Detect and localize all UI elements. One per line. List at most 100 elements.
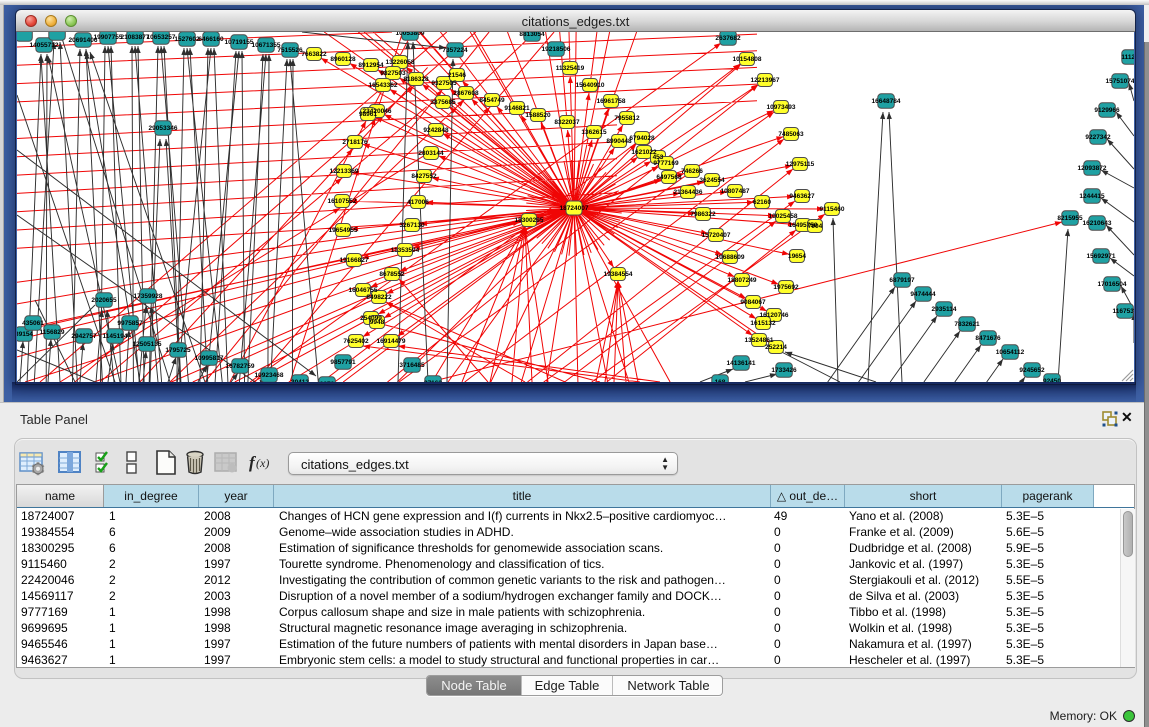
svg-text:7485063: 7485063 bbox=[778, 131, 804, 138]
svg-text:16961758: 16961758 bbox=[597, 98, 626, 105]
svg-text:3278: 3278 bbox=[320, 381, 335, 382]
svg-text:9975857: 9975857 bbox=[117, 320, 143, 327]
svg-text:1588520: 1588520 bbox=[525, 112, 551, 119]
svg-text:9146821: 9146821 bbox=[504, 105, 530, 112]
svg-text:92450: 92450 bbox=[1043, 378, 1061, 382]
svg-text:1733426: 1733426 bbox=[771, 367, 797, 374]
svg-text:15751074: 15751074 bbox=[1106, 78, 1134, 85]
svg-text:18724007: 18724007 bbox=[560, 205, 589, 212]
svg-text:8471676: 8471676 bbox=[975, 335, 1001, 342]
svg-text:2803144: 2803144 bbox=[418, 150, 444, 157]
svg-text:1167533: 1167533 bbox=[1113, 308, 1134, 315]
svg-text:17359928: 17359928 bbox=[134, 293, 163, 300]
svg-text:19384554: 19384554 bbox=[604, 271, 633, 278]
svg-text:3875685: 3875685 bbox=[430, 99, 456, 106]
svg-text:2942757: 2942757 bbox=[71, 333, 97, 340]
svg-text:8322037: 8322037 bbox=[554, 119, 580, 126]
svg-text:9245652: 9245652 bbox=[1019, 367, 1045, 374]
svg-text:11353594: 11353594 bbox=[391, 247, 420, 254]
svg-text:12213967: 12213967 bbox=[751, 77, 780, 84]
svg-text:7832621: 7832621 bbox=[954, 321, 980, 328]
svg-text:2637682: 2637682 bbox=[715, 35, 741, 42]
svg-text:8912954: 8912954 bbox=[358, 62, 384, 69]
svg-text:1615132: 1615132 bbox=[750, 320, 776, 327]
svg-text:11123: 11123 bbox=[1121, 54, 1134, 61]
svg-text:10973493: 10973493 bbox=[767, 104, 796, 111]
svg-text:8454749: 8454749 bbox=[479, 97, 505, 104]
svg-text:29053346: 29053346 bbox=[149, 125, 178, 132]
svg-text:1527602: 1527602 bbox=[174, 36, 200, 43]
svg-text:10654112: 10654112 bbox=[996, 349, 1025, 356]
svg-text:12975115: 12975115 bbox=[786, 161, 815, 168]
svg-text:15640910: 15640910 bbox=[576, 82, 605, 89]
svg-text:16120746: 16120746 bbox=[760, 312, 789, 319]
svg-text:1795725: 1795725 bbox=[165, 347, 191, 354]
svg-text:12213369: 12213369 bbox=[330, 168, 359, 175]
svg-text:9115460: 9115460 bbox=[820, 206, 845, 213]
svg-text:6466160: 6466160 bbox=[198, 36, 224, 43]
svg-text:8960128: 8960128 bbox=[330, 56, 356, 63]
svg-text:2935114: 2935114 bbox=[932, 306, 957, 313]
svg-text:14055712: 14055712 bbox=[30, 42, 59, 49]
svg-text:10923468: 10923468 bbox=[255, 372, 284, 379]
svg-text:8498222: 8498222 bbox=[366, 294, 392, 301]
svg-text:11325419: 11325419 bbox=[556, 65, 585, 72]
svg-text:1156829: 1156829 bbox=[40, 329, 65, 336]
svg-text:17016504: 17016504 bbox=[1098, 281, 1127, 288]
svg-text:10995817: 10995817 bbox=[195, 355, 224, 362]
svg-text:14136141: 14136141 bbox=[727, 360, 756, 367]
svg-text:1244415: 1244415 bbox=[1079, 193, 1105, 200]
svg-text:9857791: 9857791 bbox=[330, 359, 356, 366]
svg-text:7515526: 7515526 bbox=[277, 47, 303, 54]
svg-text:30412: 30412 bbox=[291, 379, 309, 382]
svg-text:435061: 435061 bbox=[22, 320, 44, 327]
svg-text:16107552: 16107552 bbox=[328, 198, 357, 205]
svg-text:9474444: 9474444 bbox=[910, 291, 936, 298]
svg-text:252214: 252214 bbox=[765, 344, 787, 351]
svg-text:2020655: 2020655 bbox=[91, 297, 117, 304]
svg-text:19907755: 19907755 bbox=[94, 34, 123, 41]
svg-text:2867608: 2867608 bbox=[453, 90, 479, 97]
svg-text:12093872: 12093872 bbox=[1078, 165, 1107, 172]
svg-text:1975692: 1975692 bbox=[773, 284, 799, 291]
svg-text:9827503: 9827503 bbox=[380, 70, 406, 77]
svg-text:21546: 21546 bbox=[448, 72, 466, 79]
svg-text:8990448: 8990448 bbox=[606, 138, 632, 145]
svg-text:1362615: 1362615 bbox=[581, 129, 607, 136]
svg-text:6794028: 6794028 bbox=[629, 135, 655, 142]
svg-text:8813054: 8813054 bbox=[519, 32, 545, 38]
svg-text:98961: 98961 bbox=[359, 111, 377, 118]
svg-text:19166827: 19166827 bbox=[340, 257, 369, 264]
svg-text:16648784: 16648784 bbox=[872, 98, 901, 105]
svg-text:7986322: 7986322 bbox=[690, 211, 716, 218]
svg-text:9948: 9948 bbox=[370, 319, 385, 326]
svg-text:9227342: 9227342 bbox=[1085, 134, 1111, 141]
svg-text:19654955: 19654955 bbox=[329, 227, 358, 234]
svg-text:3624554: 3624554 bbox=[699, 177, 725, 184]
svg-text:10025458: 10025458 bbox=[769, 213, 798, 220]
svg-text:7955812: 7955812 bbox=[614, 115, 640, 122]
svg-text:19654: 19654 bbox=[788, 253, 806, 260]
svg-text:3716485: 3716485 bbox=[399, 362, 425, 369]
svg-text:10053809: 10053809 bbox=[396, 32, 425, 37]
svg-text:21364436: 21364436 bbox=[674, 189, 703, 196]
svg-text:9242848: 9242848 bbox=[423, 127, 449, 134]
svg-text:62160: 62160 bbox=[753, 199, 771, 206]
svg-text:10653257: 10653257 bbox=[147, 34, 176, 41]
svg-text:15692971: 15692971 bbox=[1087, 253, 1116, 260]
svg-text:7904: 7904 bbox=[808, 223, 823, 230]
svg-text:39154: 39154 bbox=[17, 331, 33, 338]
svg-text:10807487: 10807487 bbox=[721, 188, 750, 195]
svg-text:1145194: 1145194 bbox=[103, 333, 128, 340]
svg-text:16914479: 16914479 bbox=[377, 338, 406, 345]
svg-text:18807249: 18807249 bbox=[728, 277, 757, 284]
svg-text:7625402: 7625402 bbox=[343, 338, 369, 345]
svg-text:8427552: 8427552 bbox=[411, 173, 437, 180]
svg-text:10688609: 10688609 bbox=[716, 254, 745, 261]
svg-text:21083877: 21083877 bbox=[121, 34, 150, 41]
svg-text:3267130: 3267130 bbox=[399, 222, 425, 229]
svg-text:12505135: 12505135 bbox=[133, 341, 162, 348]
svg-text:16210643: 16210643 bbox=[1083, 220, 1112, 227]
svg-text:9084067: 9084067 bbox=[740, 299, 766, 306]
svg-text:7663822: 7663822 bbox=[301, 51, 327, 58]
